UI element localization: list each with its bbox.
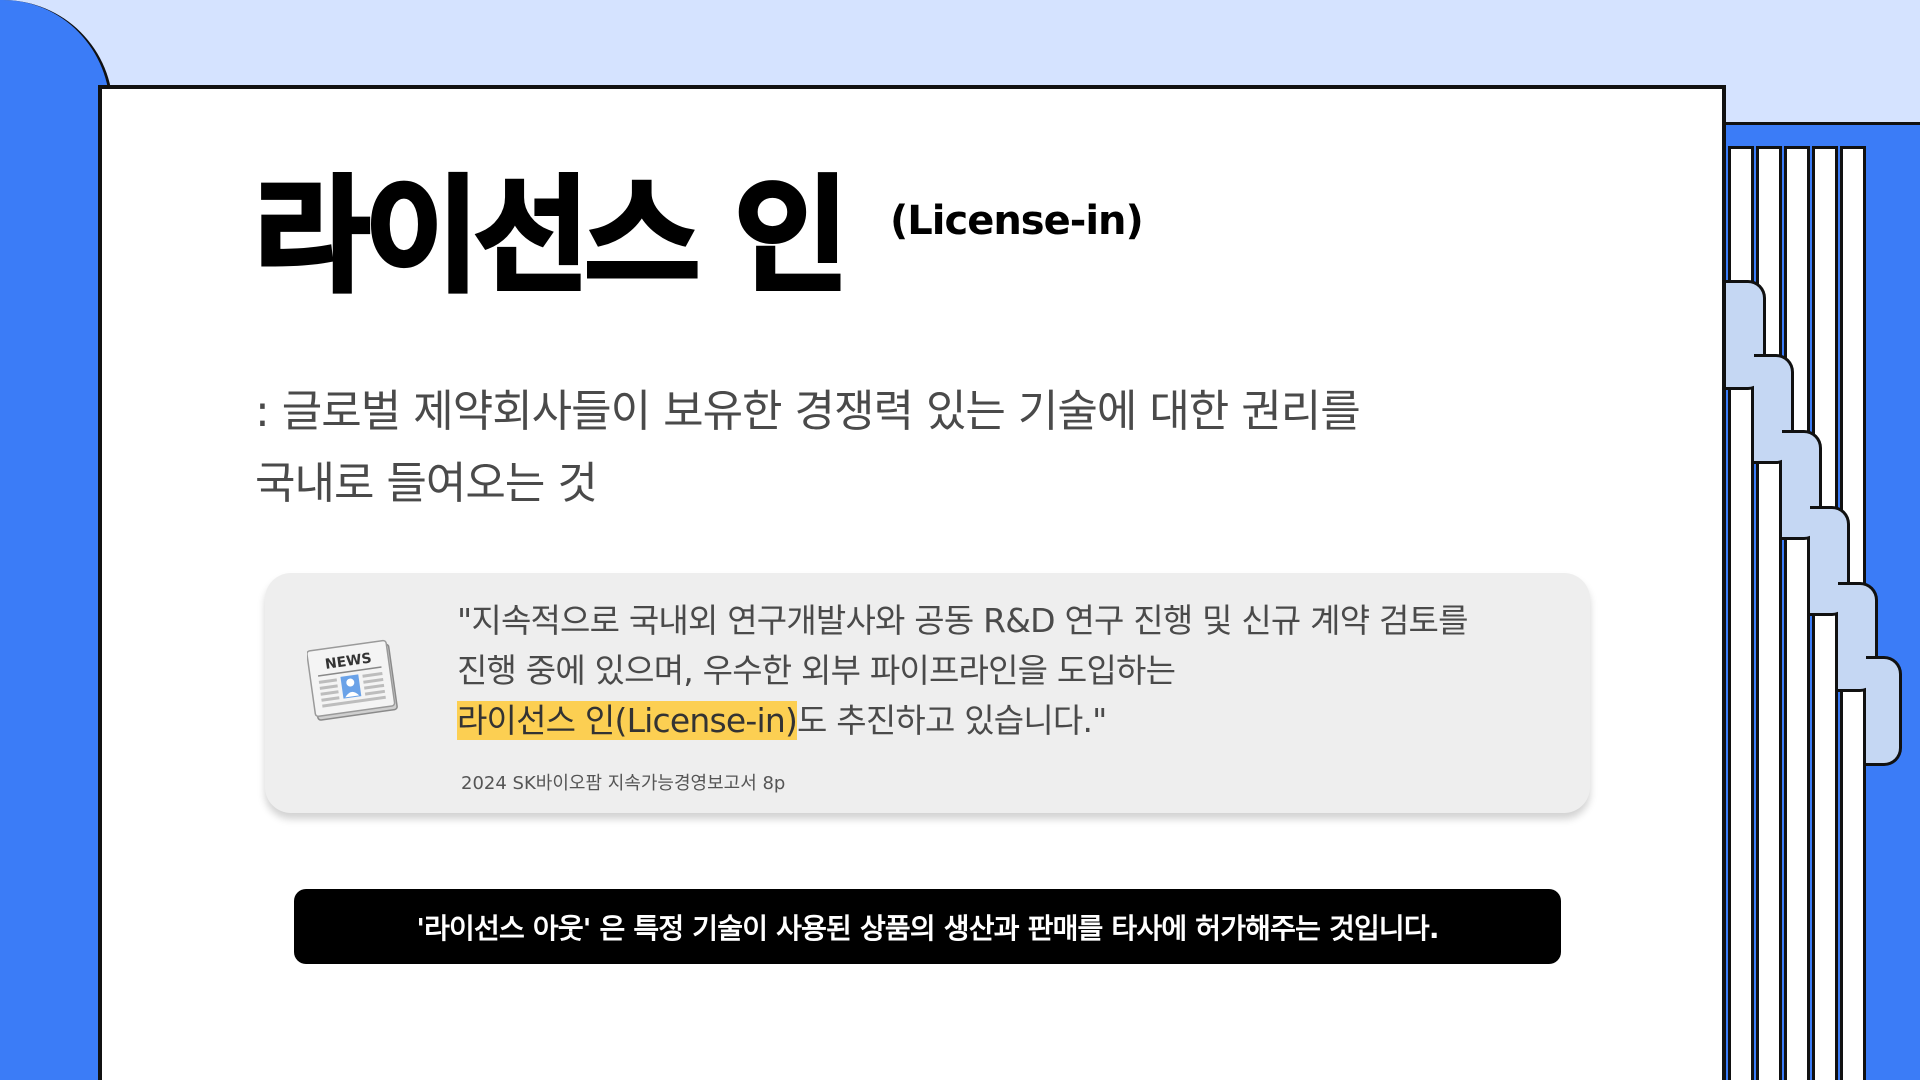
left-blue-panel — [0, 0, 113, 1080]
definition-line-2: 국내로 들여오는 것 — [255, 458, 598, 509]
quote-card: NEWS "지속적으로 국내외 연구개발사와 공동 R&D 연구 진행 및 신규… — [265, 573, 1590, 813]
definition-text: : 글로벌 제약회사들이 보유한 경쟁력 있는 기술에 대한 권리를 국내로 들… — [255, 376, 1505, 520]
quote-line-2: 진행 중에 있으며, 우수한 외부 파이프라인을 도입하는 — [457, 651, 1176, 690]
quote-source: 2024 SK바이오팜 지속가능경영보고서 8p — [461, 773, 786, 794]
divider-tab[interactable] — [1866, 656, 1902, 766]
quote-line-3: 도 추진하고 있습니다." — [797, 701, 1107, 740]
quote-line-1: "지속적으로 국내외 연구개발사와 공동 R&D 연구 진행 및 신규 계약 검… — [457, 601, 1468, 640]
quote-highlight: 라이선스 인(License-in) — [457, 701, 798, 740]
note-bar: '라이선스 아웃' 은 특정 기술이 사용된 상품의 생산과 판매를 타사에 허… — [294, 889, 1561, 964]
page-subtitle: (License-in) — [890, 198, 1144, 244]
page-title: 라이선스 인 — [253, 165, 852, 309]
quote-text: "지속적으로 국내외 연구개발사와 공동 R&D 연구 진행 및 신규 계약 검… — [457, 596, 1567, 746]
definition-line-1: : 글로벌 제약회사들이 보유한 경쟁력 있는 기술에 대한 권리를 — [255, 386, 1361, 437]
note-text: '라이선스 아웃' 은 특정 기술이 사용된 상품의 생산과 판매를 타사에 허… — [416, 911, 1439, 945]
newspaper-icon: NEWS — [307, 639, 398, 721]
divider-page — [1784, 146, 1810, 1080]
